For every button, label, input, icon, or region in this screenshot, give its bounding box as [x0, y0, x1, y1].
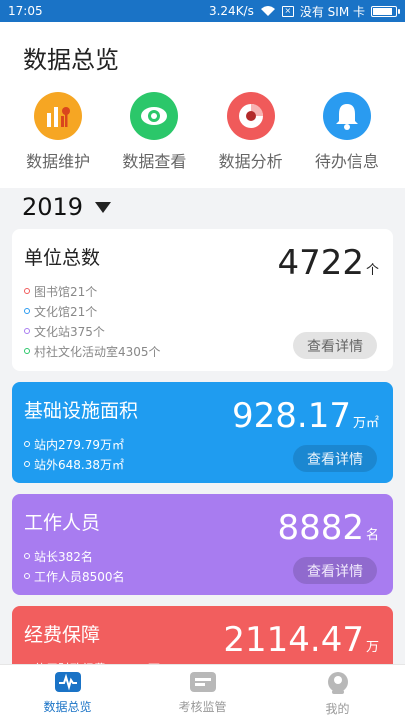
tab-label: 考核监管	[178, 700, 227, 714]
page-title: 数据总览	[23, 46, 119, 74]
caret-down-icon	[95, 201, 112, 213]
quick-action-label: 数据查看	[122, 152, 187, 171]
tab-label: 数据总览	[43, 700, 92, 714]
dot-icon	[24, 348, 30, 354]
tab-mine[interactable]: 我的	[270, 665, 405, 720]
list-item: 站长382名	[24, 546, 125, 566]
sim-status: 没有 SIM 卡	[299, 4, 365, 19]
quick-action-todo[interactable]: 待办信息	[303, 92, 391, 172]
year-selector[interactable]: 2019	[22, 193, 112, 221]
list-item: 文化馆21个	[24, 301, 161, 321]
view-details-button[interactable]: 查看详情	[293, 445, 377, 472]
card-value: 928.17 万㎡	[232, 396, 379, 436]
status-indicators: 3.24K/s × 没有 SIM 卡	[208, 3, 400, 20]
view-details-button[interactable]: 查看详情	[293, 332, 377, 359]
card-value-number: 928.17	[232, 396, 351, 436]
dot-icon	[24, 328, 30, 334]
quick-action-data-maintain[interactable]: 数据维护	[14, 92, 102, 172]
quick-actions: 数据维护 数据查看 数据分析 待办信息	[0, 92, 405, 172]
list-item: 工作人员8500名	[24, 566, 125, 586]
list-item: 村社文化活动室4305个	[24, 341, 161, 361]
dashboard-icon	[54, 672, 81, 692]
card-value: 4722 个	[277, 243, 379, 283]
card-title: 工作人员	[24, 512, 101, 534]
card-value: 2114.47 万	[223, 620, 379, 660]
card-title: 经费保障	[24, 624, 101, 646]
list-item: 文化站375个	[24, 321, 161, 341]
sim-icon: ×	[281, 5, 294, 17]
monitor-icon	[189, 672, 216, 692]
card-title: 单位总数	[24, 247, 101, 269]
tab-label: 我的	[325, 702, 350, 716]
card-value-number: 2114.47	[223, 620, 364, 660]
quick-action-data-analysis[interactable]: 数据分析	[207, 92, 295, 172]
network-speed: 3.24K/s	[208, 4, 254, 18]
quick-action-data-view[interactable]: 数据查看	[110, 92, 198, 172]
quick-action-label: 待办信息	[314, 152, 379, 171]
bottom-tab-bar: 数据总览 考核监管 我的	[0, 664, 405, 720]
list-item: 站内279.79万㎡	[24, 434, 124, 454]
list-item: 站外648.38万㎡	[24, 454, 124, 474]
card-unit-total: 单位总数 4722 个 图书馆21个 文化馆21个 文化站375个 村社文化活动…	[12, 229, 393, 371]
card-value-unit: 名	[365, 528, 379, 543]
wifi-icon	[260, 6, 275, 16]
card-value: 8882 名	[277, 508, 379, 548]
card-breakdown-list: 站长382名 工作人员8500名	[24, 546, 125, 586]
dot-icon	[24, 573, 30, 579]
card-value-unit: 个	[365, 263, 379, 278]
tab-data-overview[interactable]: 数据总览	[0, 665, 135, 720]
bar-chart-wrench-icon	[34, 92, 83, 140]
card-value-unit: 万㎡	[352, 416, 379, 431]
card-value-number: 8882	[277, 508, 364, 548]
card-staff: 工作人员 8882 名 站长382名 工作人员8500名 查看详情	[12, 494, 393, 595]
card-value-unit: 万	[365, 640, 379, 655]
list-item: 图书馆21个	[24, 281, 161, 301]
dot-icon	[24, 288, 30, 294]
quick-action-label: 数据维护	[26, 152, 91, 171]
card-title: 基础设施面积	[24, 400, 139, 422]
dot-icon	[24, 441, 30, 447]
view-details-button[interactable]: 查看详情	[293, 557, 377, 584]
battery-icon	[371, 5, 400, 17]
card-breakdown-list: 图书馆21个 文化馆21个 文化站375个 村社文化活动室4305个	[24, 281, 161, 361]
card-infrastructure-area: 基础设施面积 928.17 万㎡ 站内279.79万㎡ 站外648.38万㎡ 查…	[12, 382, 393, 483]
eye-icon	[130, 92, 179, 140]
status-bar: 17:05 3.24K/s × 没有 SIM 卡	[0, 0, 405, 22]
bell-icon	[322, 92, 371, 140]
pie-chart-icon	[226, 92, 275, 140]
user-icon	[327, 672, 348, 694]
year-value: 2019	[22, 193, 84, 221]
card-breakdown-list: 站内279.79万㎡ 站外648.38万㎡	[24, 434, 124, 474]
dot-icon	[24, 308, 30, 314]
header: 数据总览 数据维护 数据查看 数据分析 待办信息	[0, 22, 405, 188]
dot-icon	[24, 553, 30, 559]
card-value-number: 4722	[277, 243, 364, 283]
quick-action-label: 数据分析	[218, 152, 283, 171]
tab-assessment[interactable]: 考核监管	[135, 665, 270, 720]
dot-icon	[24, 461, 30, 467]
status-time: 17:05	[8, 4, 43, 18]
